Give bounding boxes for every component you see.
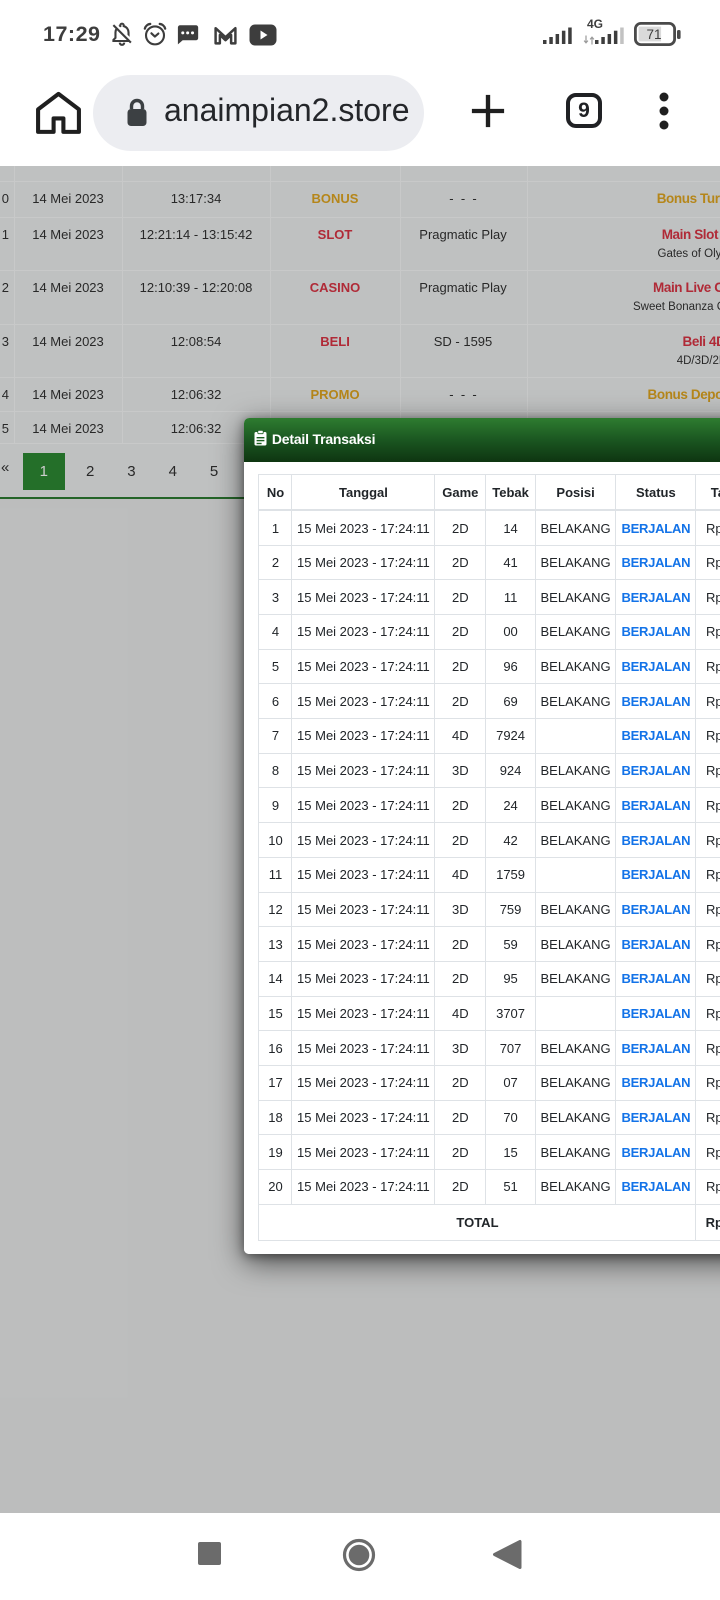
- svg-text:71: 71: [646, 27, 661, 42]
